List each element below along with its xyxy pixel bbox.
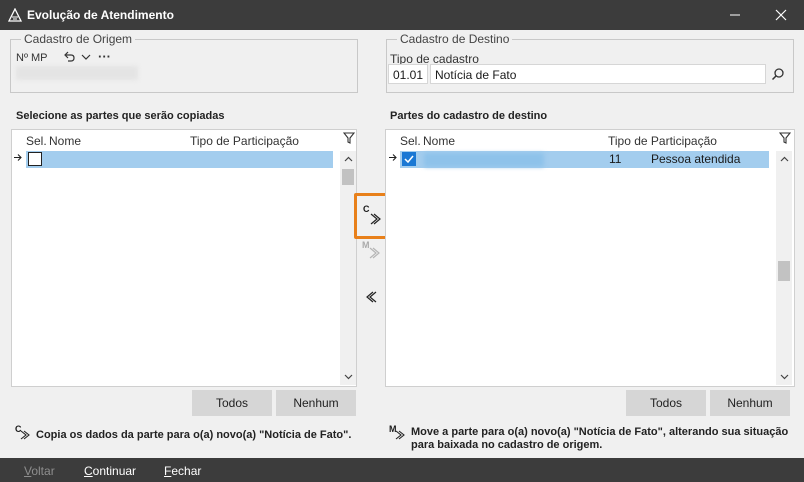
copy-to-destination-button[interactable]: C: [354, 193, 388, 239]
copy-help-icon: [20, 430, 30, 440]
col-sel: Sel.: [26, 134, 47, 148]
part-name-redacted: [424, 153, 544, 167]
col-tipo: Tipo de Participação: [190, 134, 299, 148]
tipo-name-field[interactable]: Notícia de Fato: [430, 64, 766, 84]
scroll-down-icon[interactable]: [776, 369, 792, 385]
scroll-down-icon[interactable]: [340, 369, 356, 385]
copy-help-text: Copia os dados da parte para o(a) novo(a…: [36, 429, 352, 441]
scroll-up-icon[interactable]: [340, 151, 356, 167]
title-bar: Evolução de Atendimento: [0, 0, 804, 30]
left-scrollbar[interactable]: [340, 151, 356, 385]
row-pointer-icon: [14, 153, 23, 165]
more-options-button[interactable]: ···: [98, 49, 111, 64]
dropdown-button[interactable]: [80, 50, 92, 64]
footer-bar: Voltar Continuar Fechar: [0, 458, 804, 482]
origem-legend: Cadastro de Origem: [21, 32, 136, 46]
fechar-label: echar: [171, 464, 202, 478]
filter-icon: [779, 132, 791, 144]
right-panel-title: Partes do cadastro de destino: [390, 110, 548, 122]
col-nome: Nome: [423, 134, 456, 148]
col-nome: Nome: [49, 134, 82, 148]
row-checkbox-checked[interactable]: [402, 152, 416, 166]
right-scrollbar[interactable]: [776, 151, 792, 385]
continuar-label: ontinuar: [92, 464, 137, 478]
destino-legend: Cadastro de Destino: [397, 32, 513, 46]
filter-icon: [343, 132, 355, 144]
row-pointer-icon: [389, 153, 398, 165]
part-participacao: Pessoa atendida: [651, 152, 741, 166]
col-tipo: Tipo de Participação: [608, 134, 717, 148]
row-checkbox[interactable]: [28, 152, 42, 166]
continuar-accesskey: C: [84, 464, 93, 478]
tipo-code-field[interactable]: 01.01: [388, 64, 428, 84]
chevron-right-icon: [370, 213, 381, 225]
search-icon: [771, 68, 784, 81]
move-help-icon: [395, 430, 405, 440]
part-code: 11: [609, 152, 622, 166]
scroll-thumb[interactable]: [778, 261, 790, 281]
source-parts-list: Sel. Nome Tipo de Participação: [11, 129, 357, 387]
minimize-button[interactable]: [712, 0, 758, 30]
destination-parts-list: Sel. Nome Tipo de Participação 11 Pessoa…: [385, 129, 795, 387]
app-logo-icon: [8, 8, 22, 22]
left-panel-title: Selecione as partes que serão copiadas: [16, 110, 225, 122]
table-row[interactable]: [26, 151, 333, 168]
col-sel: Sel.: [400, 134, 421, 148]
mp-number-redacted: [16, 66, 138, 80]
left-select-all-button[interactable]: Todos: [192, 390, 272, 416]
right-select-all-button[interactable]: Todos: [626, 390, 706, 416]
minimize-icon: [730, 14, 740, 16]
mp-label: Nº MP: [16, 52, 48, 64]
right-select-none-button[interactable]: Nenhum: [710, 390, 790, 416]
chevron-left-icon: [366, 291, 377, 303]
move-help-text-line2: para baixada no cadastro de origem.: [411, 439, 603, 451]
continuar-button[interactable]: Continuar: [84, 464, 136, 478]
check-icon: [404, 155, 414, 164]
undo-icon: [64, 51, 75, 62]
left-filter-button[interactable]: [341, 130, 357, 146]
scroll-thumb[interactable]: [342, 169, 354, 185]
fechar-button[interactable]: Fechar: [164, 464, 201, 478]
scroll-up-icon[interactable]: [776, 151, 792, 167]
search-button[interactable]: [768, 64, 788, 84]
close-icon: [775, 9, 787, 21]
return-to-source-button[interactable]: [362, 288, 382, 306]
table-row[interactable]: 11 Pessoa atendida: [400, 151, 769, 168]
chevron-down-icon: [81, 54, 91, 60]
right-filter-button[interactable]: [777, 130, 793, 146]
move-help-text-line1: Move a parte para o(a) novo(a) "Notícia …: [411, 426, 789, 438]
window-title: Evolução de Atendimento: [27, 8, 174, 22]
chevron-right-disabled-icon: [369, 247, 380, 259]
move-to-destination-button[interactable]: M: [360, 240, 384, 262]
left-select-none-button[interactable]: Nenhum: [276, 390, 356, 416]
undo-button[interactable]: [62, 50, 76, 64]
voltar-label: oltar: [31, 464, 55, 478]
voltar-button[interactable]: Voltar: [24, 464, 55, 478]
close-button[interactable]: [758, 0, 804, 30]
